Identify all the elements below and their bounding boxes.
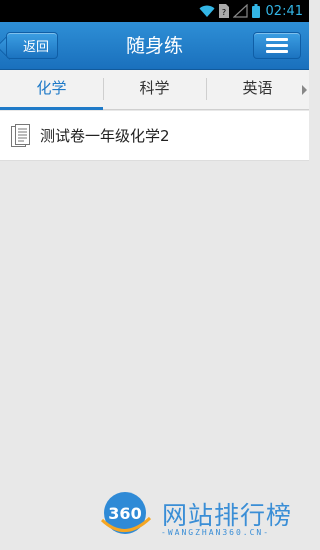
tab-chemistry[interactable]: 化学: [0, 70, 103, 110]
svg-text:?: ?: [221, 8, 225, 17]
menu-icon: [266, 38, 288, 41]
watermark-text: 网站排行榜: [162, 501, 293, 530]
document-icon: [11, 124, 30, 147]
status-icons: ? 02:41: [199, 0, 303, 22]
signal-icon: [232, 4, 248, 18]
tab-scroll-arrow-icon[interactable]: [302, 85, 307, 95]
battery-icon: [251, 4, 260, 18]
status-bar: ? 02:41: [0, 0, 309, 22]
menu-button[interactable]: [253, 32, 301, 59]
list-item-label: 测试卷一年级化学2: [40, 127, 170, 145]
watermark-subtext: -WANGZHAN360.CN-: [161, 528, 271, 537]
wifi-icon: [199, 5, 215, 17]
title-bar: 随身练 返回: [0, 22, 309, 70]
watermark-logo-number: 360: [108, 504, 141, 523]
list-item[interactable]: 测试卷一年级化学2: [0, 111, 309, 161]
watermark-logo-icon: 360: [100, 492, 152, 534]
subject-tabs: 化学 科学 英语: [0, 70, 309, 110]
tab-english[interactable]: 英语: [206, 70, 309, 110]
sim-card-icon: ?: [218, 4, 229, 18]
status-time: 02:41: [265, 3, 303, 19]
watermark: 360 网站排行榜 -WANGZHAN360.CN-: [98, 490, 308, 546]
back-button[interactable]: 返回: [6, 32, 58, 59]
exam-list: 测试卷一年级化学2: [0, 111, 309, 161]
tab-science[interactable]: 科学: [103, 70, 206, 110]
